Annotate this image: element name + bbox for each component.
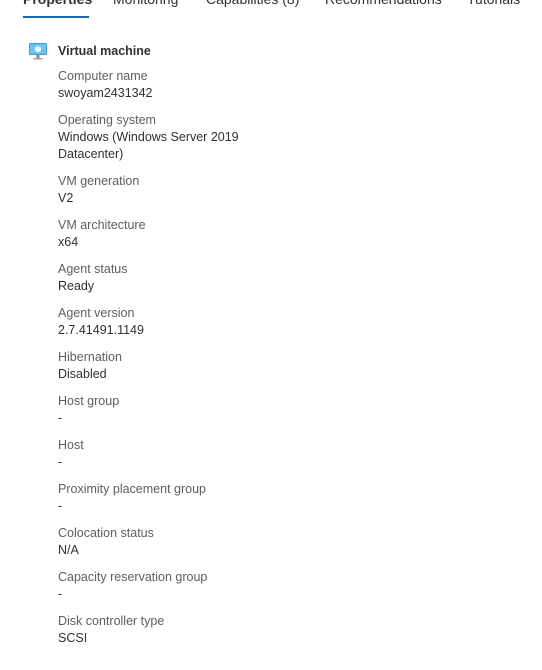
tab-monitoring[interactable]: Monitoring <box>113 0 178 10</box>
property-value: - <box>58 499 63 513</box>
property-proximity-placement-group: Proximity placement group - <box>58 481 318 515</box>
property-label: Agent status <box>58 262 128 276</box>
property-capacity-reservation-group: Capacity reservation group - <box>58 569 318 603</box>
property-disk-controller-type: Disk controller type SCSI <box>58 613 318 647</box>
property-value: N/A <box>58 543 79 557</box>
property-label: VM architecture <box>58 218 146 232</box>
property-label: Operating system <box>58 113 156 127</box>
property-computer-name: Computer name swoyam2431342 <box>58 68 318 102</box>
property-label: Host group <box>58 394 120 408</box>
property-host-group: Host group - <box>58 393 318 427</box>
property-value: Ready <box>58 279 95 293</box>
property-value: - <box>58 455 63 469</box>
tab-bar: Properties Monitoring Capabilities (8) R… <box>0 0 542 22</box>
tab-tutorials[interactable]: Tutorials <box>467 0 520 10</box>
property-label: VM generation <box>58 174 140 188</box>
tab-properties[interactable]: Properties <box>23 0 92 10</box>
property-vm-architecture: VM architecture x64 <box>58 217 318 251</box>
property-value: x64 <box>58 235 79 249</box>
property-value: 2.7.41491.1149 <box>58 323 144 337</box>
property-value: - <box>58 587 63 601</box>
property-host: Host - <box>58 437 318 471</box>
property-value: swoyam2431342 <box>58 86 153 100</box>
section-header: Virtual machine <box>28 41 151 61</box>
vm-properties-panel: Properties Monitoring Capabilities (8) R… <box>0 0 542 670</box>
property-value: Disabled <box>58 367 107 381</box>
tab-recommendations[interactable]: Recommendations <box>325 0 442 10</box>
property-vm-generation: VM generation V2 <box>58 173 318 207</box>
virtual-machine-icon <box>28 41 48 61</box>
property-label: Hibernation <box>58 350 122 364</box>
active-tab-indicator <box>23 16 89 18</box>
property-value: V2 <box>58 191 74 205</box>
property-label: Colocation status <box>58 526 154 540</box>
property-value: SCSI <box>58 631 88 645</box>
property-label: Host <box>58 438 84 452</box>
property-list: Computer name swoyam2431342 Operating sy… <box>58 68 318 657</box>
tab-capabilities[interactable]: Capabilities (8) <box>206 0 299 10</box>
property-agent-version: Agent version 2.7.41491.1149 <box>58 305 318 339</box>
property-operating-system: Operating system Windows (Windows Server… <box>58 112 318 163</box>
property-value: Windows (Windows Server 2019 Datacenter) <box>58 130 239 161</box>
property-agent-status: Agent status Ready <box>58 261 318 295</box>
property-label: Proximity placement group <box>58 482 206 496</box>
property-label: Agent version <box>58 306 135 320</box>
property-label: Disk controller type <box>58 614 165 628</box>
property-colocation-status: Colocation status N/A <box>58 525 318 559</box>
property-label: Computer name <box>58 69 148 83</box>
property-hibernation: Hibernation Disabled <box>58 349 318 383</box>
property-label: Capacity reservation group <box>58 570 208 584</box>
property-value: - <box>58 411 63 425</box>
section-title: Virtual machine <box>58 44 151 58</box>
